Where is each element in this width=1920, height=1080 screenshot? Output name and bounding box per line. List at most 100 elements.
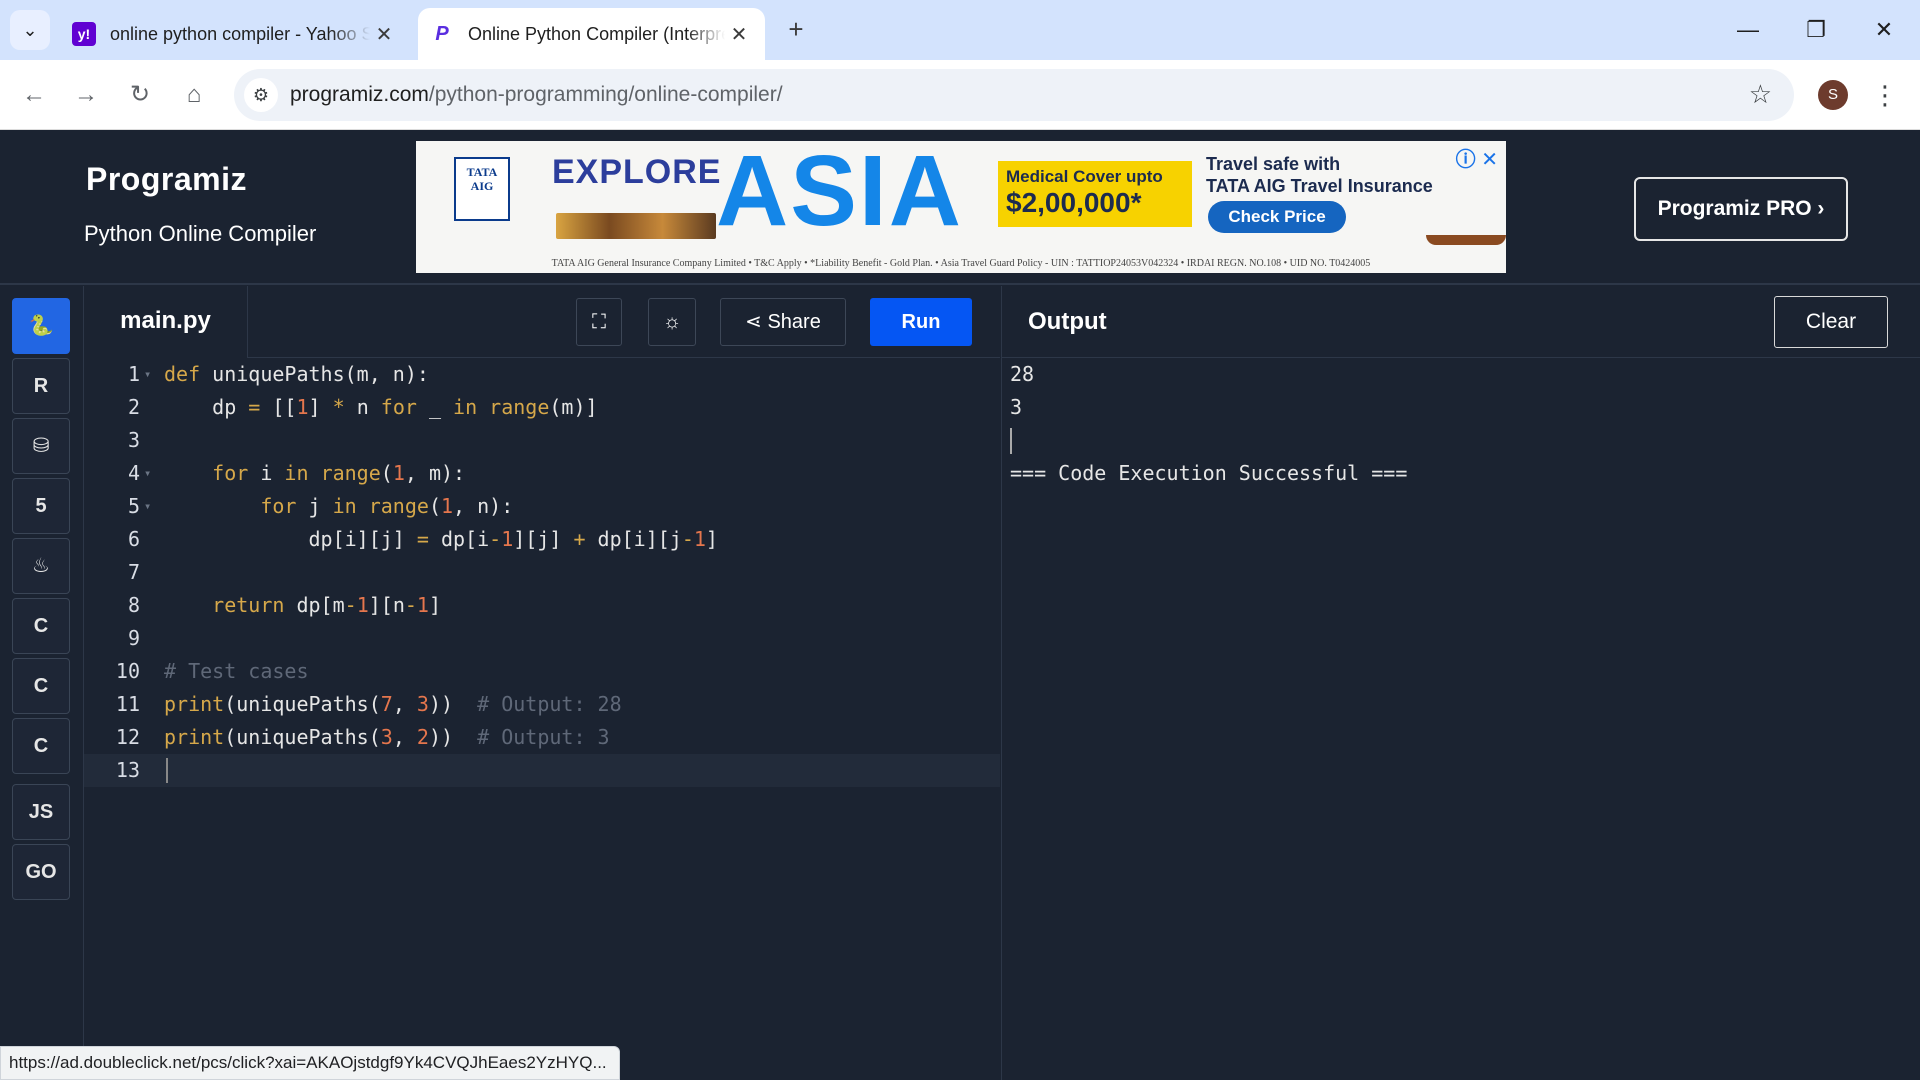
browser-toolbar: ← → ↻ ⌂ ⚙ programiz.com/python-programmi… xyxy=(0,60,1920,130)
editor-toolbar: main.py ⛶ ☼ ⋖ Share Run xyxy=(84,286,1000,358)
tab-yahoo-search[interactable]: y! online python compiler - Yahoo Search… xyxy=(60,8,410,60)
code-line[interactable]: 3 xyxy=(84,424,1000,457)
minimize-button[interactable]: — xyxy=(1724,10,1772,50)
cpp-icon[interactable]: C xyxy=(12,658,70,714)
code-line[interactable]: 5 ▾ for j in range(1, n): xyxy=(84,490,1000,523)
python-icon[interactable]: 🐍 xyxy=(12,298,70,354)
ad-medical-cover: Medical Cover upto $2,00,000* xyxy=(998,161,1192,227)
ad-check-price-button[interactable]: Check Price xyxy=(1208,201,1346,233)
ad-disclaimer: TATA AIG General Insurance Company Limit… xyxy=(551,258,1371,269)
chevron-down-icon: ⌄ xyxy=(22,19,38,40)
back-button[interactable]: ← xyxy=(14,75,54,115)
code-line[interactable]: 6 dp[i][j] = dp[i-1][j] + dp[i][j-1] xyxy=(84,523,1000,556)
browser-menu-icon[interactable]: ⋮ xyxy=(1870,75,1900,115)
code-line[interactable]: 1 ▾ def uniquePaths(m, n): xyxy=(84,358,1000,391)
output-cursor xyxy=(1010,428,1012,454)
ad-travel-text: Travel safe with TATA AIG Travel Insuran… xyxy=(1206,153,1433,197)
code-line[interactable]: 12 print(uniquePaths(3, 2)) # Output: 3 xyxy=(84,721,1000,754)
url-domain: programiz.com xyxy=(290,83,429,106)
html5-icon[interactable]: 5 xyxy=(12,478,70,534)
ad-travel-line1: Travel safe with xyxy=(1206,154,1341,174)
profile-avatar[interactable]: S xyxy=(1818,80,1848,110)
url-path: /python-programming/online-compiler/ xyxy=(428,83,783,106)
csharp-icon[interactable]: C xyxy=(12,718,70,774)
line-number: 13 xyxy=(115,758,140,782)
line-number: 4 xyxy=(127,461,140,485)
yahoo-icon: y! xyxy=(72,22,96,46)
programiz-logo[interactable]: Programiz xyxy=(86,161,247,198)
output-line: === Code Execution Successful === xyxy=(1010,461,1408,485)
line-number: 5 xyxy=(127,494,140,518)
ad-landmarks-image xyxy=(556,213,716,239)
r-icon[interactable]: R xyxy=(12,358,70,414)
line-number: 2 xyxy=(127,395,140,419)
close-icon[interactable]: ✕ xyxy=(370,22,398,47)
programiz-pro-button[interactable]: Programiz PRO › xyxy=(1634,177,1848,241)
browser-tab-strip: ⌄ y! online python compiler - Yahoo Sear… xyxy=(0,0,1920,60)
new-tab-button[interactable]: + xyxy=(780,14,812,46)
ad-choices-close-icon[interactable]: ⓘ ✕ xyxy=(1456,143,1498,172)
url-text[interactable]: programiz.com/python-programming/online-… xyxy=(290,69,783,121)
database-icon[interactable]: ⛁ xyxy=(12,418,70,474)
fold-arrow-icon[interactable]: ▾ xyxy=(144,490,151,523)
code-text: for i in range(1, m): xyxy=(212,461,466,485)
line-number: 10 xyxy=(115,659,140,683)
code-text: for j in range(1, n): xyxy=(260,494,514,518)
code-text: print(uniquePaths(7, 3)) # Output: 28 xyxy=(164,692,622,716)
ad-headline-asia: ASIA xyxy=(716,141,963,247)
code-editor[interactable]: 1 ▾ def uniquePaths(m, n): 2 dp = [[1] * … xyxy=(84,358,1000,1080)
run-button[interactable]: Run xyxy=(870,298,972,346)
advertisement-banner[interactable]: TATA AIG EXPLORE ASIA Medical Cover upto… xyxy=(416,141,1506,273)
bookmark-star-icon[interactable]: ☆ xyxy=(1749,79,1772,110)
code-text: # Test cases xyxy=(164,659,309,683)
tab-programiz[interactable]: P Online Python Compiler (Interpreter) ✕ xyxy=(418,8,765,60)
code-line[interactable]: 8 return dp[m-1][n-1] xyxy=(84,589,1000,622)
line-number: 6 xyxy=(127,527,140,551)
code-text: dp[i][j] = dp[i-1][j] + dp[i][j-1] xyxy=(164,527,718,551)
line-number: 3 xyxy=(127,428,140,452)
code-line[interactable]: 2 dp = [[1] * n for _ in range(m)] xyxy=(84,391,1000,424)
page-subtitle: Python Online Compiler xyxy=(84,221,317,246)
code-line[interactable]: 4 ▾ for i in range(1, m): xyxy=(84,457,1000,490)
tab-title: Online Python Compiler (Interpreter) xyxy=(468,23,725,44)
fold-arrow-icon[interactable]: ▾ xyxy=(144,457,151,490)
line-number: 1 xyxy=(127,362,140,386)
go-icon[interactable]: GO xyxy=(12,844,70,900)
share-button[interactable]: ⋖ Share xyxy=(720,298,846,346)
forward-button[interactable]: → xyxy=(66,75,106,115)
address-bar[interactable]: ⚙ programiz.com/python-programming/onlin… xyxy=(234,69,1794,121)
theme-toggle-icon[interactable]: ☼ xyxy=(648,298,696,346)
fold-arrow-icon[interactable]: ▾ xyxy=(144,358,151,391)
ad-boat-image xyxy=(1426,235,1506,245)
ad-medical-line2: $2,00,000* xyxy=(1006,187,1142,218)
c-icon[interactable]: C xyxy=(12,598,70,654)
programiz-icon: P xyxy=(435,22,449,45)
link-status-bar: https://ad.doubleclick.net/pcs/click?xai… xyxy=(0,1046,620,1080)
home-button[interactable]: ⌂ xyxy=(174,75,214,115)
output-console[interactable]: 28 3 === Code Execution Successful === xyxy=(1001,358,1920,1080)
text-cursor xyxy=(166,758,168,783)
fullscreen-icon[interactable]: ⛶ xyxy=(576,298,622,346)
javascript-icon[interactable]: JS xyxy=(12,784,70,840)
share-icon: ⋖ xyxy=(745,311,768,333)
site-info-icon[interactable]: ⚙ xyxy=(244,78,278,112)
restore-button[interactable]: ❐ xyxy=(1792,10,1840,50)
code-line[interactable]: 9 xyxy=(84,622,1000,655)
tab-search-button[interactable]: ⌄ xyxy=(10,10,50,50)
window-close-button[interactable]: ✕ xyxy=(1860,10,1908,50)
code-line-current[interactable]: 13 xyxy=(84,754,1000,787)
line-number: 11 xyxy=(115,692,140,716)
code-line[interactable]: 10 # Test cases xyxy=(84,655,1000,688)
code-text: print(uniquePaths(3, 2)) # Output: 3 xyxy=(164,725,610,749)
file-tab-main-py[interactable]: main.py xyxy=(84,286,248,358)
ad-brand-logo: TATA AIG xyxy=(454,157,510,221)
code-line[interactable]: 7 xyxy=(84,556,1000,589)
site-header: Programiz Python Online Compiler TATA AI… xyxy=(0,131,1920,285)
ad-medical-line1: Medical Cover upto xyxy=(1006,167,1163,186)
code-text: dp = [[1] * n for _ in range(m)] xyxy=(164,395,598,419)
reload-button[interactable]: ↻ xyxy=(120,75,160,115)
clear-button[interactable]: Clear xyxy=(1774,296,1888,348)
java-icon[interactable]: ♨ xyxy=(12,538,70,594)
code-line[interactable]: 11 print(uniquePaths(7, 3)) # Output: 28 xyxy=(84,688,1000,721)
close-icon[interactable]: ✕ xyxy=(725,22,753,47)
